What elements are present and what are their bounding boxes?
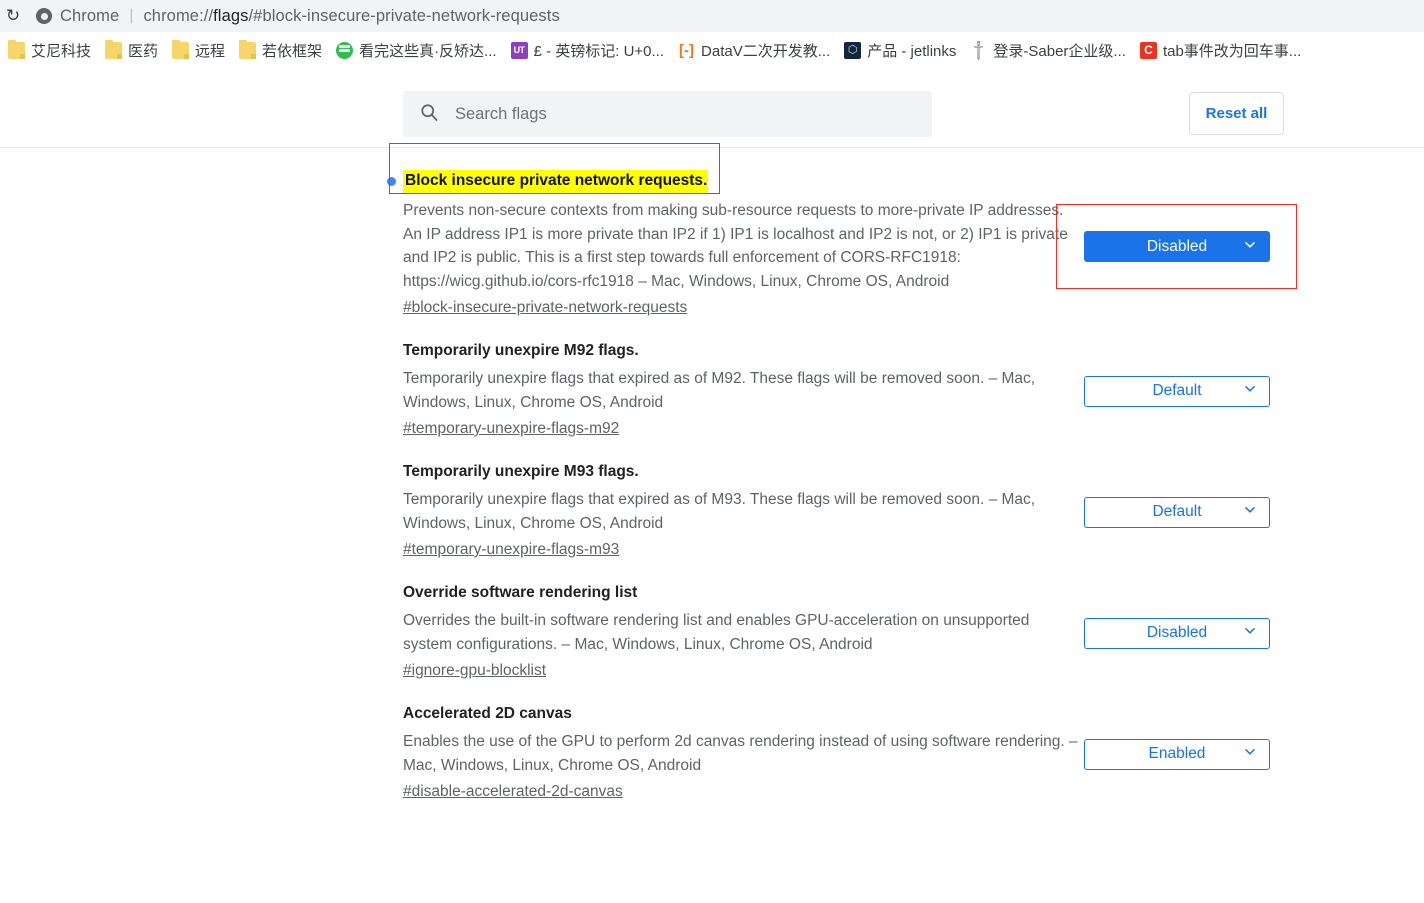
flag-state-select[interactable]: Disabled <box>1084 617 1270 649</box>
bookmark-item[interactable]: UT £ - 英镑标记: U+0... <box>505 37 672 64</box>
bookmark-item[interactable]: 远程 <box>166 37 233 64</box>
flags-header: Reset all <box>0 68 1424 148</box>
bookmark-label: £ - 英镑标记: U+0... <box>533 42 665 60</box>
bookmark-item[interactable]: 医药 <box>99 37 166 64</box>
flag-text-block: Temporarily unexpire M92 flags. Temporari… <box>403 319 1079 440</box>
search-input[interactable] <box>453 103 893 125</box>
flag-state-select[interactable]: Default <box>1084 496 1270 528</box>
bookmark-item[interactable]: 艾尼科技 <box>2 37 99 64</box>
flag-title: Temporarily unexpire M92 flags. <box>403 342 639 359</box>
flag-text-block: Temporarily unexpire M93 flags. Temporari… <box>403 440 1079 561</box>
bookmark-item[interactable]: ⬡ 产品 - jetlinks <box>838 37 964 64</box>
chevron-down-icon <box>1243 237 1257 256</box>
flag-state-select[interactable]: Disabled <box>1084 231 1270 262</box>
bookmark-label: tab事件改为回车事... <box>1162 42 1302 60</box>
folder-icon <box>239 39 257 59</box>
search-icon <box>419 102 439 127</box>
jetlinks-cube-icon: ⬡ <box>844 41 862 59</box>
flag-description: Prevents non-secure contexts from making… <box>403 202 1068 290</box>
flag-state-select[interactable]: Enabled <box>1084 738 1270 770</box>
flag-row: Temporarily unexpire M92 flags. Temporari… <box>0 319 1424 440</box>
bookmark-label: 医药 <box>128 42 159 60</box>
bookmark-item[interactable]: Ctab事件改为回车事... <box>1134 37 1309 64</box>
flag-permalink[interactable]: #ignore-gpu-blocklist <box>403 659 546 682</box>
flag-state-select[interactable]: Default <box>1084 375 1270 407</box>
bookmark-label: 艾尼科技 <box>31 42 92 60</box>
omnibox-separator: | <box>129 7 134 24</box>
bookmark-item[interactable]: 看完这些真·反矫达... <box>330 37 505 64</box>
flag-state-value: Disabled <box>1146 624 1208 641</box>
flag-permalink[interactable]: #temporary-unexpire-flags-m93 <box>403 538 619 561</box>
flag-title: Temporarily unexpire M93 flags. <box>403 463 639 480</box>
flag-select-wrapper: Disabled <box>1084 617 1270 649</box>
bookmarks-bar: 艾尼科技 医药 远程 若依框架 看完这些真·反矫达... UT £ - 英镑标记: U+0.… <box>0 32 1424 68</box>
flag-state-value: Default <box>1152 382 1202 399</box>
reload-icon[interactable]: ↻ <box>2 5 24 27</box>
flag-title: Block insecure private network requests. <box>403 170 709 193</box>
folder-icon <box>105 39 123 59</box>
bookmark-label: DataV二次开发教... <box>701 42 831 60</box>
flag-row: Override software rendering list Override… <box>0 561 1424 682</box>
flag-description: Overrides the built-in software renderin… <box>403 612 1030 653</box>
flags-list: Block insecure private network requests.… <box>0 148 1424 803</box>
bookmark-label: 若依框架 <box>262 42 323 60</box>
chevron-down-icon <box>1243 745 1257 764</box>
chrome-logo-icon <box>36 8 52 24</box>
flag-title: Override software rendering list <box>403 584 638 601</box>
flag-permalink[interactable]: #block-insecure-private-network-requests <box>403 296 687 319</box>
flag-text-block: Override software rendering list Override… <box>403 561 1079 682</box>
omnibox-app-label: Chrome <box>60 6 120 25</box>
flags-page: Reset all Block insecure private network… <box>0 68 1424 903</box>
flag-row: Temporarily unexpire M93 flags. Temporari… <box>0 440 1424 561</box>
bookmark-label: 看完这些真·反矫达... <box>359 42 497 60</box>
flag-select-wrapper: Enabled <box>1084 738 1270 770</box>
chevron-down-icon <box>1243 503 1257 522</box>
address-bar[interactable]: Chrome | chrome://flags/#block-insecure-… <box>26 3 572 29</box>
flag-text-block: Accelerated 2D canvas Enables the use of … <box>403 682 1079 803</box>
datav-bracket-icon: [-] <box>679 41 695 59</box>
chat-bubble-icon <box>336 41 354 59</box>
flag-state-value: Disabled <box>1146 237 1208 255</box>
folder-icon <box>172 39 190 59</box>
flag-row: Block insecure private network requests.… <box>0 148 1424 319</box>
search-flags-box[interactable] <box>403 91 932 137</box>
csdn-c-icon: C <box>1139 41 1157 59</box>
flag-select-wrapper: Default <box>1084 496 1270 528</box>
flag-select-wrapper: Default <box>1084 375 1270 407</box>
bookmark-item[interactable]: 若依框架 <box>233 37 330 64</box>
flag-row: Accelerated 2D canvas Enables the use of … <box>0 682 1424 803</box>
flag-description: Temporarily unexpire flags that expired … <box>403 370 1036 411</box>
omnibox-url: chrome://flags/#block-insecure-private-n… <box>143 6 560 25</box>
chevron-down-icon <box>1243 624 1257 643</box>
flag-title: Accelerated 2D canvas <box>403 705 572 722</box>
flag-state-value: Default <box>1152 503 1202 520</box>
flag-description: Enables the use of the GPU to perform 2d… <box>403 733 1078 774</box>
flag-text-block: Block insecure private network requests.… <box>403 148 1079 319</box>
bookmark-label: 产品 - jetlinks <box>867 42 957 60</box>
folder-icon <box>8 39 25 59</box>
flag-select-wrapper: Disabled <box>1084 231 1270 262</box>
bookmark-label: 远程 <box>195 42 226 60</box>
flag-description: Temporarily unexpire flags that expired … <box>403 491 1036 532</box>
flag-permalink[interactable]: #temporary-unexpire-flags-m92 <box>403 417 619 440</box>
bookmark-item[interactable]: 🗡 登录-Saber企业级... <box>964 37 1134 64</box>
unicode-table-icon: UT <box>510 41 528 59</box>
flag-permalink[interactable]: #disable-accelerated-2d-canvas <box>403 780 623 803</box>
bookmark-label: 登录-Saber企业级... <box>993 42 1126 60</box>
flag-modified-dot <box>387 177 396 186</box>
chevron-down-icon <box>1243 382 1257 401</box>
flag-state-value: Enabled <box>1148 745 1206 762</box>
saber-sword-icon: 🗡 <box>966 37 991 62</box>
browser-toolbar: ↻ Chrome | chrome://flags/#block-insecur… <box>0 0 1424 32</box>
bookmark-item[interactable]: [-] DataV二次开发教... <box>672 37 838 64</box>
reset-all-button[interactable]: Reset all <box>1189 92 1284 135</box>
